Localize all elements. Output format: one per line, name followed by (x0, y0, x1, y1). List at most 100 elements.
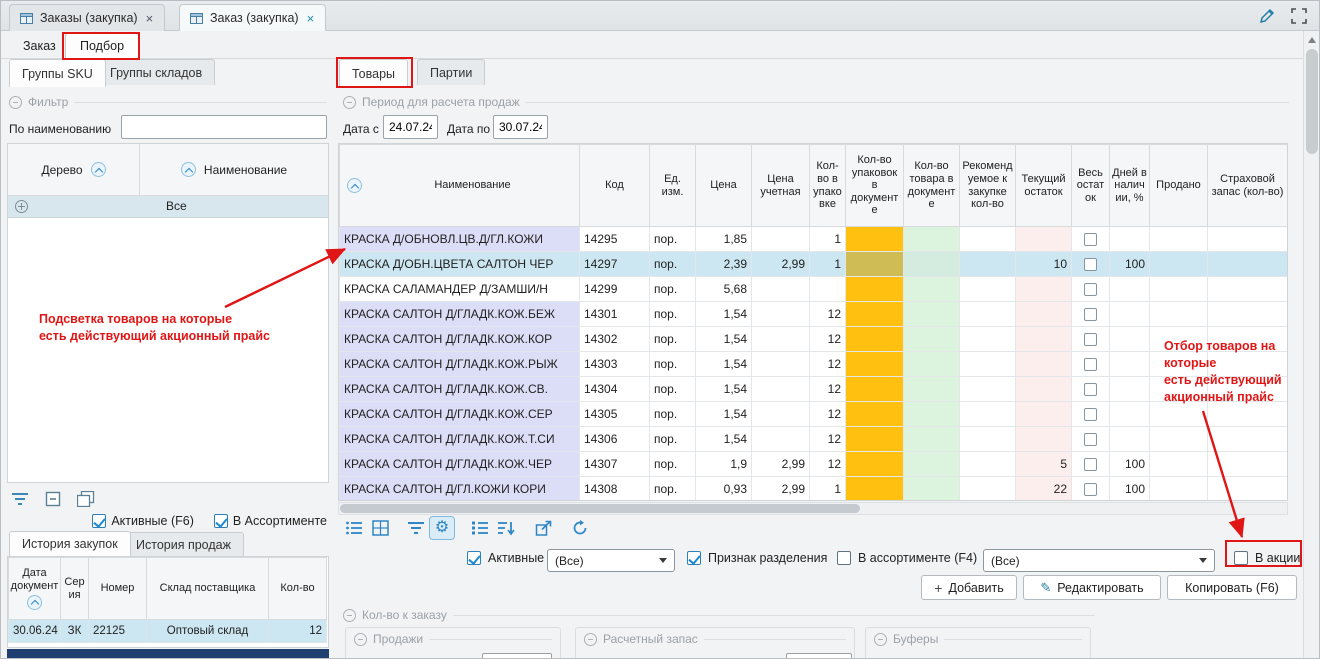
in-assortment-checkbox[interactable] (214, 514, 228, 528)
cell-current-stock[interactable] (1016, 377, 1072, 402)
sort-icon[interactable] (91, 162, 106, 177)
settings-gear-icon[interactable]: ⚙ (429, 516, 455, 540)
cell-total-stock[interactable] (1072, 352, 1110, 377)
sort-icon[interactable] (181, 162, 196, 177)
cell-qty-in-doc[interactable] (904, 427, 960, 452)
tab-podbor-mode[interactable]: Подбор (65, 33, 139, 58)
cell-qty-in-pack[interactable]: 12 (810, 427, 846, 452)
cell-price[interactable]: 2,39 (696, 252, 752, 277)
collapse-icon[interactable] (874, 633, 887, 646)
cell-series[interactable]: ЗК (61, 620, 89, 643)
expand-node-icon[interactable] (15, 200, 28, 213)
cell-days-pct[interactable]: 100 (1110, 252, 1150, 277)
cell-name[interactable]: КРАСКА Д/ОБНОВЛ.ЦВ.Д/ГЛ.КОЖИ (340, 227, 580, 252)
cell-safety-stock[interactable] (1208, 252, 1288, 277)
row-checkbox[interactable] (1084, 483, 1097, 496)
name-filter-input[interactable] (121, 115, 327, 139)
product-row[interactable]: КРАСКА САЛТОН Д/ГЛАДК.КОЖ.Т.СИ14306пор.1… (340, 427, 1288, 452)
column-header[interactable]: Кол-во товара в документе (904, 145, 960, 227)
cell-current-stock[interactable] (1016, 352, 1072, 377)
cell-recommended[interactable] (960, 327, 1016, 352)
expand-all-icon[interactable] (77, 491, 95, 507)
column-header[interactable]: Дата документ (9, 558, 61, 620)
cell-code[interactable]: 14297 (580, 252, 650, 277)
cell-days-pct[interactable] (1110, 402, 1150, 427)
sort-icon[interactable] (347, 178, 362, 193)
cell-unit[interactable]: пор. (650, 277, 696, 302)
cell-total-stock[interactable] (1072, 377, 1110, 402)
product-row[interactable]: КРАСКА САЛТОН Д/ГЛАДК.КОЖ.ЧЕР14307пор.1,… (340, 452, 1288, 477)
cell-date[interactable]: 30.06.24 (9, 620, 61, 643)
product-row[interactable]: КРАСКА САЛТОН Д/ГЛАДК.КОЖ.СЕР14305пор.1,… (340, 402, 1288, 427)
cell-qty-in-pack[interactable]: 1 (810, 477, 846, 502)
cell-unit[interactable]: пор. (650, 252, 696, 277)
cell-sold[interactable] (1150, 302, 1208, 327)
cell-sold[interactable] (1150, 477, 1208, 502)
cell-current-stock[interactable]: 5 (1016, 452, 1072, 477)
cell-code[interactable]: 14304 (580, 377, 650, 402)
edit-icon[interactable] (1257, 6, 1277, 26)
cell-current-stock[interactable] (1016, 277, 1072, 302)
cell-unit[interactable]: пор. (650, 427, 696, 452)
tab-purchase-history[interactable]: История закупок (9, 531, 131, 556)
cell-current-stock[interactable]: 10 (1016, 252, 1072, 277)
cell-price[interactable]: 1,54 (696, 377, 752, 402)
close-icon[interactable]: × (145, 12, 155, 25)
history-row[interactable]: 30.06.24 ЗК 22125 Оптовый склад 12 (9, 620, 327, 643)
cell-code[interactable]: 14308 (580, 477, 650, 502)
cell-qty-in-doc[interactable] (904, 252, 960, 277)
tab-sku-groups[interactable]: Группы SKU (9, 59, 106, 87)
cell-unit[interactable]: пор. (650, 402, 696, 427)
active-checkbox[interactable] (467, 551, 481, 565)
cell-qty-in-pack[interactable]: 1 (810, 227, 846, 252)
cell-name[interactable]: КРАСКА Д/ОБН.ЦВЕТА САЛТОН ЧЕР (340, 252, 580, 277)
row-checkbox[interactable] (1084, 258, 1097, 271)
cell-safety-stock[interactable] (1208, 477, 1288, 502)
cell-safety-stock[interactable] (1208, 277, 1288, 302)
column-header[interactable]: Код (580, 145, 650, 227)
product-row[interactable]: КРАСКА САЛАМАНДЕР Д/ЗАМШИ/Н14299пор.5,68 (340, 277, 1288, 302)
cell-price-acc[interactable] (752, 402, 810, 427)
cell-name[interactable]: КРАСКА САЛТОН Д/ГЛАДК.КОЖ.КОР (340, 327, 580, 352)
grid-view-icon[interactable] (367, 516, 393, 540)
cell-days-pct[interactable] (1110, 352, 1150, 377)
cell-safety-stock[interactable] (1208, 452, 1288, 477)
promo-checkbox[interactable] (1234, 551, 1248, 565)
cell-price-acc[interactable]: 2,99 (752, 252, 810, 277)
tab-batches[interactable]: Партии (417, 59, 485, 85)
cell-code[interactable]: 14306 (580, 427, 650, 452)
export-icon[interactable] (531, 516, 557, 540)
cell-price[interactable]: 1,9 (696, 452, 752, 477)
cell-sold[interactable] (1150, 277, 1208, 302)
cell-days-pct[interactable] (1110, 277, 1150, 302)
cell-qty-in-pack[interactable]: 12 (810, 302, 846, 327)
collapse-all-icon[interactable] (45, 491, 61, 507)
cell-price-acc[interactable] (752, 377, 810, 402)
tab-goods[interactable]: Товары (339, 59, 408, 87)
tree-root-row[interactable]: Все (8, 196, 328, 218)
cell-qty-in-pack[interactable]: 12 (810, 402, 846, 427)
cell-days-pct[interactable] (1110, 327, 1150, 352)
edit-button[interactable]: ✎ Редактировать (1023, 575, 1161, 600)
product-row[interactable]: КРАСКА САЛТОН Д/ГЛ.КОЖИ КОРИ14308пор.0,9… (340, 477, 1288, 502)
cell-price[interactable]: 1,54 (696, 402, 752, 427)
cell-current-stock[interactable] (1016, 302, 1072, 327)
cell-recommended[interactable] (960, 252, 1016, 277)
filter-dropdown-1[interactable]: (Все) (547, 549, 675, 572)
cell-days-pct[interactable] (1110, 427, 1150, 452)
cell-sold[interactable] (1150, 452, 1208, 477)
cell-recommended[interactable] (960, 302, 1016, 327)
cell-current-stock[interactable] (1016, 427, 1072, 452)
row-checkbox[interactable] (1084, 433, 1097, 446)
row-checkbox[interactable] (1084, 458, 1097, 471)
product-row[interactable]: КРАСКА Д/ОБНОВЛ.ЦВ.Д/ГЛ.КОЖИ14295пор.1,8… (340, 227, 1288, 252)
cell-packs-in-doc[interactable] (846, 402, 904, 427)
list-view-icon[interactable] (341, 516, 367, 540)
tab-order[interactable]: Заказ (закупка) × (179, 4, 326, 31)
cell-qty-in-doc[interactable] (904, 327, 960, 352)
cell-sold[interactable] (1150, 252, 1208, 277)
cell-recommended[interactable] (960, 377, 1016, 402)
cell-warehouse[interactable]: Оптовый склад (147, 620, 269, 643)
cell-price-acc[interactable] (752, 227, 810, 252)
cell-qty-in-doc[interactable] (904, 477, 960, 502)
